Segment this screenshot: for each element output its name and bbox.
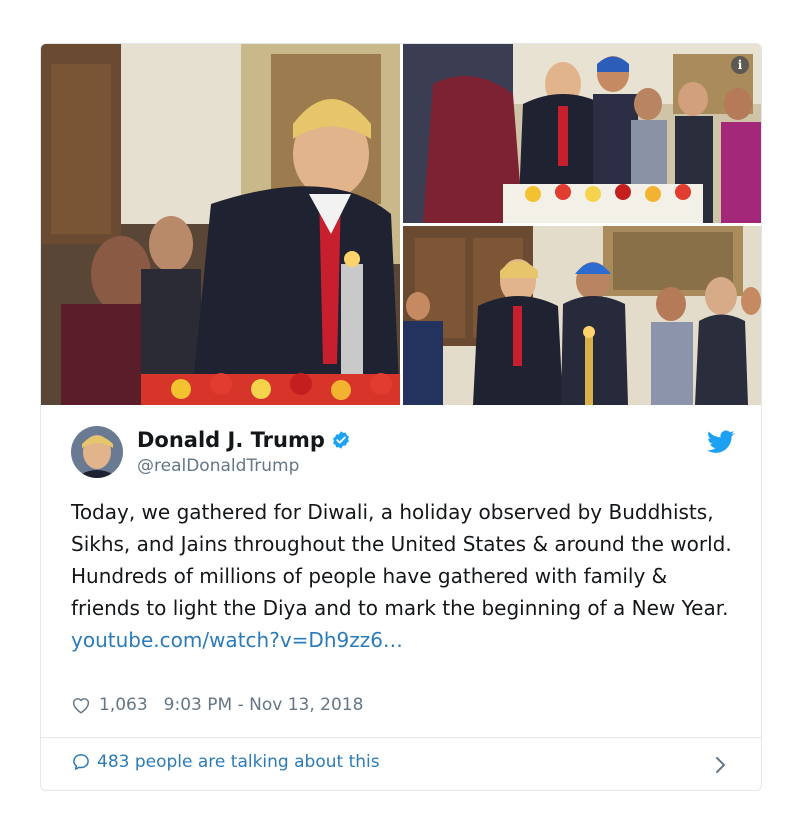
speech-bubble-icon [73,754,89,770]
tweet-link[interactable]: youtube.com/watch?v=Dh9zz6… [71,628,403,652]
tweet-text: Today, we gathered for Diwali, a holiday… [71,496,736,656]
timestamp[interactable]: 9:03 PM - Nov 13, 2018 [164,695,364,715]
diwali-photo-group-right[interactable] [403,226,761,405]
divider [41,737,761,738]
tweet-meta: 1,063 9:03 PM - Nov 13, 2018 [71,695,363,715]
display-name[interactable]: Donald J. Trump [137,428,325,452]
info-icon[interactable]: i [731,56,749,74]
like-count[interactable]: 1,063 [99,695,148,715]
twitter-bird-icon[interactable] [707,430,735,454]
verified-badge-icon [332,431,349,449]
diwali-photo-group-left[interactable]: i [403,44,761,223]
avatar[interactable] [71,426,123,478]
tweet-media[interactable]: i [41,44,761,405]
author-handle[interactable]: @realDonaldTrump [137,456,299,476]
tweet-body: Today, we gathered for Diwali, a holiday… [71,500,732,620]
talking-text[interactable]: 483 people are talking about this [97,752,380,772]
author-name[interactable]: Donald J. Trump [137,428,351,452]
tweet-card[interactable]: i Donald J. Trump @realDonaldTrump Today… [40,43,762,791]
heart-icon[interactable] [71,696,91,714]
chevron-right-icon[interactable] [715,756,727,774]
diwali-photo-candle-lighting[interactable] [41,44,400,405]
talking-link[interactable]: 483 people are talking about this [71,752,380,772]
tweet-header: Donald J. Trump @realDonaldTrump [71,424,741,484]
